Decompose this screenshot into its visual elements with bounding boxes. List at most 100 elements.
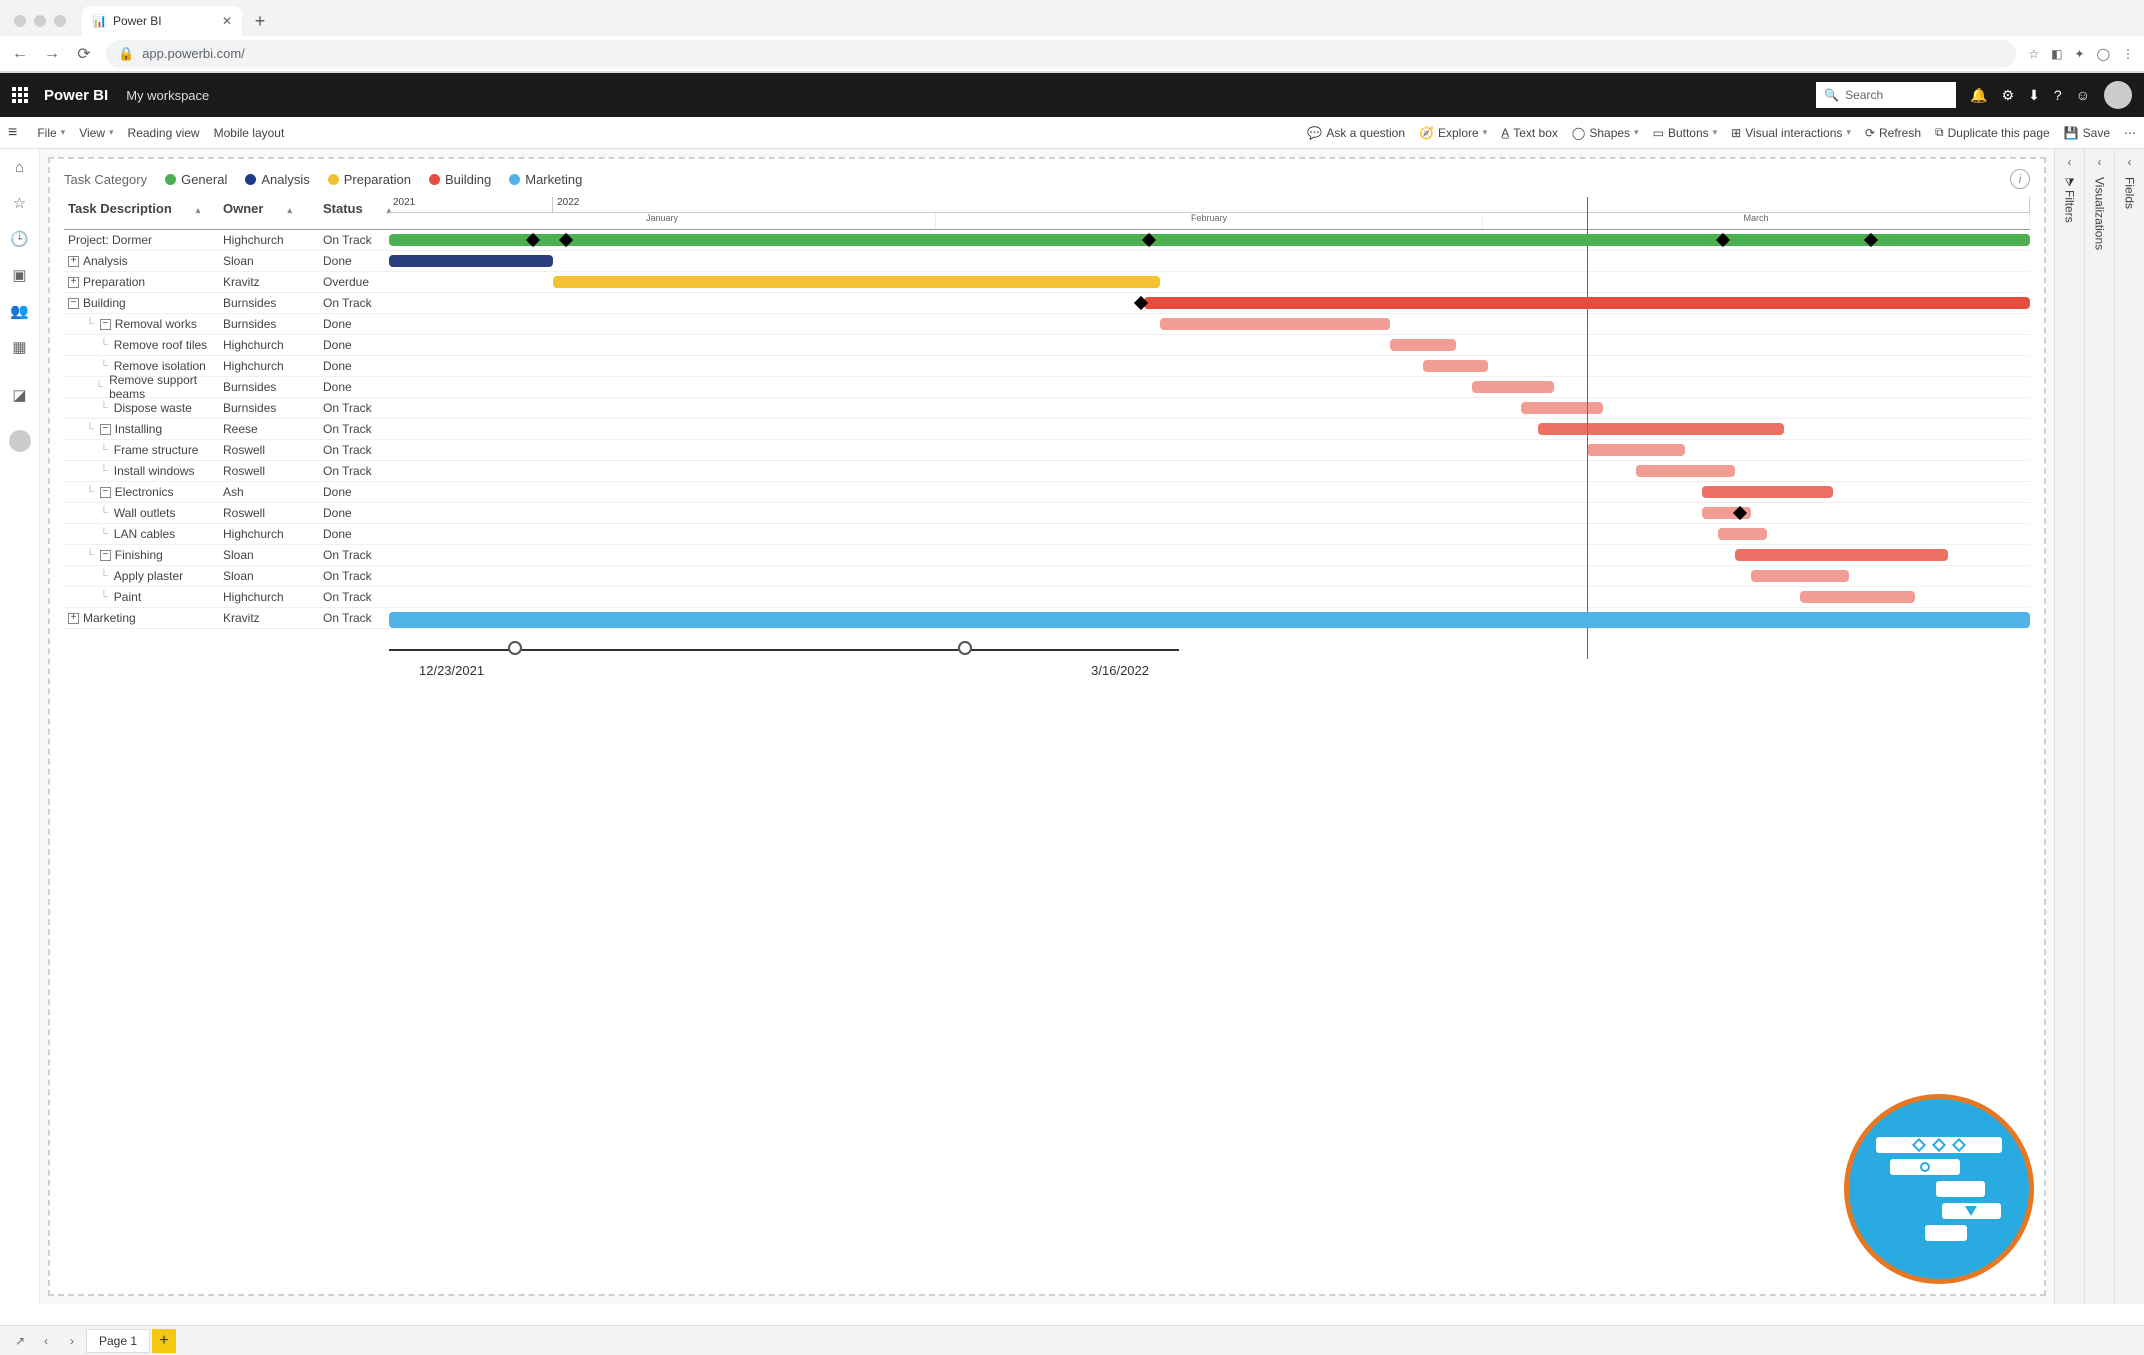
add-page-button[interactable]: + [152,1329,176,1353]
task-row[interactable]: └LAN cables Highchurch Done [64,524,2030,545]
minimize-window-icon[interactable] [34,15,46,27]
recent-icon[interactable]: 🕒 [10,230,29,248]
back-icon[interactable]: ← [10,45,30,63]
new-tab-button[interactable]: + [246,7,274,35]
slider-handle-start[interactable] [508,641,522,655]
notifications-icon[interactable]: 🔔 [1970,87,1987,104]
gantt-bar[interactable] [1472,381,1554,393]
task-row[interactable]: Project: Dormer Highchurch On Track [64,230,2030,251]
gantt-bar[interactable] [389,255,553,267]
dataset-icon[interactable]: ◪ [12,386,26,404]
legend-item[interactable]: Building [429,172,491,187]
gantt-bar[interactable] [1423,360,1489,372]
browser-tab[interactable]: 📊 Power BI ✕ [82,6,242,36]
expand-icon[interactable]: + [68,613,79,624]
window-controls[interactable] [14,15,66,27]
task-row[interactable]: └Wall outlets Roswell Done [64,503,2030,524]
task-row[interactable]: └Apply plaster Sloan On Track [64,566,2030,587]
task-row[interactable]: └Frame structure Roswell On Track [64,440,2030,461]
buttons-button[interactable]: ▭Buttons▾ [1653,126,1718,140]
collapse-icon[interactable]: − [100,550,111,561]
star-icon[interactable]: ☆ [2028,47,2039,61]
gantt-bar[interactable] [553,276,1160,288]
task-row[interactable]: └−Installing Reese On Track [64,419,2030,440]
gantt-bar[interactable] [1587,444,1685,456]
fields-panel[interactable]: ‹ Fields [2114,149,2144,1304]
expand-icon[interactable]: ↗ [8,1334,32,1348]
slider-handle-end[interactable] [958,641,972,655]
gantt-bar[interactable] [1144,297,2030,309]
gantt-bar[interactable] [1735,549,1948,561]
shapes-button[interactable]: ◯Shapes▾ [1572,126,1639,140]
visual-interactions-button[interactable]: ⊞Visual interactions▾ [1731,126,1851,140]
duplicate-button[interactable]: ⧉Duplicate this page [1935,125,2050,140]
gantt-bar[interactable] [1751,570,1849,582]
forward-icon[interactable]: → [42,45,62,63]
app-launcher-icon[interactable] [12,87,28,103]
user-avatar[interactable] [2104,81,2132,109]
extension-icon[interactable]: ✦ [2075,47,2085,61]
profile-icon[interactable]: ◯ [2097,47,2110,61]
legend-item[interactable]: General [165,172,227,187]
task-row[interactable]: └Remove isolation Highchurch Done [64,356,2030,377]
search-input[interactable]: 🔍 Search [1816,82,1956,108]
task-row[interactable]: └Paint Highchurch On Track [64,587,2030,608]
gantt-bar[interactable] [389,612,2030,628]
date-range-slider[interactable]: 12/23/2021 3/16/2022 [389,649,1179,678]
view-menu[interactable]: View▾ [79,126,113,140]
gantt-bar[interactable] [1636,465,1734,477]
expand-icon[interactable]: + [68,256,79,267]
mobile-layout-button[interactable]: Mobile layout [214,126,285,140]
gantt-bar[interactable] [1800,591,1915,603]
chrome-menu-icon[interactable]: ⋮ [2122,47,2134,61]
task-row[interactable]: └−Electronics Ash Done [64,482,2030,503]
gantt-bar[interactable] [1718,528,1767,540]
gantt-bar[interactable] [389,234,2030,246]
visualizations-panel[interactable]: ‹ Visualizations [2084,149,2114,1304]
info-icon[interactable]: i [2010,169,2030,189]
collapse-icon[interactable]: − [100,487,111,498]
next-page-icon[interactable]: › [60,1334,84,1348]
task-row[interactable]: −Building Burnsides On Track [64,293,2030,314]
task-row[interactable]: └Install windows Roswell On Track [64,461,2030,482]
user-icon[interactable] [9,430,31,452]
refresh-button[interactable]: ⟳Refresh [1865,126,1921,140]
gantt-visual[interactable]: Task Category GeneralAnalysisPreparation… [48,157,2046,1296]
col-task-header[interactable]: Task Description▴ [64,197,219,229]
collapse-icon[interactable]: − [100,319,111,330]
close-window-icon[interactable] [14,15,26,27]
maximize-window-icon[interactable] [54,15,66,27]
workspace-label[interactable]: My workspace [126,88,209,103]
gantt-bar[interactable] [1390,339,1456,351]
cast-icon[interactable]: ◧ [2051,47,2062,61]
textbox-button[interactable]: A̲Text box [1501,126,1558,140]
task-row[interactable]: +Marketing Kravitz On Track [64,608,2030,629]
filters-panel[interactable]: ‹ ⧩ Filters [2054,149,2084,1304]
apps-icon[interactable]: ▣ [12,266,26,284]
url-field[interactable]: 🔒 app.powerbi.com/ [106,40,2016,68]
close-tab-icon[interactable]: ✕ [222,14,232,28]
gantt-bar[interactable] [1160,318,1390,330]
legend-item[interactable]: Preparation [328,172,411,187]
shared-icon[interactable]: 👥 [10,302,29,320]
expand-icon[interactable]: + [68,277,79,288]
gantt-bar[interactable] [1538,423,1784,435]
collapse-icon[interactable]: − [100,424,111,435]
gantt-bar[interactable] [1521,402,1603,414]
legend-item[interactable]: Analysis [245,172,309,187]
reading-view-button[interactable]: Reading view [128,126,200,140]
page-tab[interactable]: Page 1 [86,1329,150,1353]
app-title[interactable]: Power BI [44,87,108,104]
workspaces-icon[interactable]: ▦ [12,338,26,356]
settings-icon[interactable]: ⚙ [2002,87,2015,104]
ask-question-button[interactable]: 💬Ask a question [1307,126,1405,140]
reload-icon[interactable]: ⟳ [74,44,94,64]
help-icon[interactable]: ? [2054,87,2062,103]
download-icon[interactable]: ⬇ [2028,87,2040,104]
gantt-bar[interactable] [1702,486,1833,498]
col-status-header[interactable]: Status▴ [319,197,389,229]
task-row[interactable]: └Dispose waste Burnsides On Track [64,398,2030,419]
more-options-icon[interactable]: ⋯ [2124,126,2136,140]
save-button[interactable]: 💾Save [2064,126,2110,140]
task-row[interactable]: +Preparation Kravitz Overdue [64,272,2030,293]
